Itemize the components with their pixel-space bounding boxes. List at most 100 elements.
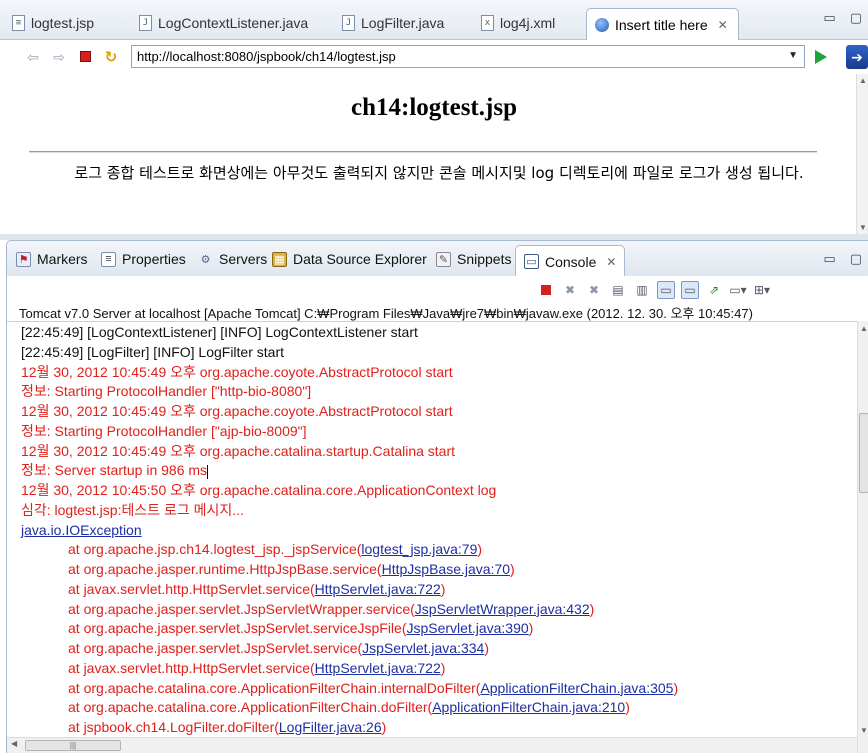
divider [7,321,857,322]
editor-tab-label: Insert title here [615,16,708,33]
stack-frame-method: at org.apache.jasper.servlet.JspServletW… [68,600,415,617]
close-icon[interactable]: ✕ [718,18,728,32]
console-line: [22:45:49] [LogFilter] [INFO] LogFilter … [21,343,284,360]
stack-frame-close: ) [477,541,483,558]
console-output[interactable]: [22:45:49] [LogContextListener] [INFO] L… [21,323,851,738]
scroll-up-icon[interactable]: ▲ [857,76,868,85]
stop-icon[interactable] [80,51,91,62]
stack-frame-method: at org.apache.catalina.core.ApplicationF… [68,699,433,716]
scroll-left-icon[interactable]: ◀ [11,739,17,748]
source-link[interactable]: JspServlet.java:334 [362,640,484,656]
maximize-icon[interactable]: ▢ [850,10,862,26]
tab-label: Markers [37,251,88,267]
stack-frame: at org.apache.jasper.servlet.JspServlet.… [21,619,851,639]
tab-markers[interactable]: ⚑ Markers [16,251,88,267]
stack-frame: at org.apache.jsp.ch14.logtest_jsp._jspS… [21,540,851,560]
console-line: 정보: Server startup in 986 ms [21,461,851,481]
browser-scrollbar[interactable]: ▲ ▼ [856,74,868,234]
terminate-icon[interactable] [537,281,555,299]
console-line: 정보: Starting ProtocolHandler ["http-bio-… [21,383,312,400]
back-arrow-icon[interactable]: ⇦ [24,48,42,66]
editor-tab-label: logtest.jsp [31,15,95,31]
remove-all-terminated-icon[interactable]: ✖ [585,281,603,299]
open-console-icon[interactable]: ⊞▾ [753,281,771,299]
editor-tab-log4j-xml[interactable]: x log4j.xml [481,9,555,37]
display-console-icon[interactable]: ▭▾ [729,281,747,299]
scroll-lock-icon[interactable]: ▥ [633,281,651,299]
pin-console-icon[interactable]: ⇗ [705,281,723,299]
console-toolbar: ✖ ✖ ▤ ▥ ▭ ▭ ⇗ ▭▾ ⊞▾ [537,281,771,299]
scroll-down-icon[interactable]: ▼ [858,726,868,735]
stack-frame: at org.apache.jasper.runtime.HttpJspBase… [21,560,851,580]
exception-link[interactable]: java.io.IOException [21,522,142,538]
source-link[interactable]: JspServlet.java:390 [406,620,528,636]
editor-tab-label: LogFilter.java [361,15,445,31]
stack-frame-close: ) [440,659,446,676]
show-on-stdout-icon[interactable]: ▭ [657,281,675,299]
stack-frame-method: at org.apache.jasper.servlet.JspServlet.… [68,640,363,656]
editor-tab-logcontextlistener[interactable]: J LogContextListener.java [139,9,308,37]
source-link[interactable]: HttpJspBase.java:70 [382,561,510,577]
editor-tab-label: log4j.xml [500,15,556,31]
clear-console-icon[interactable]: ▤ [609,281,627,299]
page-message: 로그 종합 테스트로 화면상에는 아무것도 출력되지 않지만 콘솔 메시지및 l… [74,164,804,182]
source-link[interactable]: ApplicationFilterChain.java:210 [432,699,625,715]
tab-console[interactable]: ▭ Console ✕ [515,245,626,277]
source-link[interactable]: LogFilter.java:26 [279,719,382,735]
tab-properties[interactable]: ≡ Properties [101,251,186,267]
chevron-down-icon[interactable]: ▼ [788,50,798,61]
editor-tab-insert-title[interactable]: Insert title here ✕ [586,8,739,40]
data-source-icon: ▦ [272,251,287,267]
editor-tab-logfilter[interactable]: J LogFilter.java [342,9,444,37]
snippets-icon: ✎ [436,251,451,267]
show-on-stderr-icon[interactable]: ▭ [681,281,699,299]
external-browser-icon[interactable]: ➔ [846,45,868,69]
console-icon: ▭ [524,254,539,269]
source-link[interactable]: logtest_jsp.java:79 [361,541,477,557]
text-cursor [207,464,209,479]
console-view: ✖ ✖ ▤ ▥ ▭ ▭ ⇗ ▭▾ ⊞▾ Tomcat v7.0 Server a… [6,276,868,753]
source-link[interactable]: ApplicationFilterChain.java:305 [480,680,673,696]
stack-frame-method: at org.apache.jsp.ch14.logtest_jsp._jspS… [68,541,362,558]
scrollbar-thumb[interactable]: ||| [25,740,121,751]
editor-tab-logtest-jsp[interactable]: ≡ logtest.jsp [12,9,94,37]
stack-frame-method: at org.apache.jasper.runtime.HttpJspBase… [68,561,382,577]
console-line: java.io.IOException [21,521,851,541]
tab-servers[interactable]: ⚙ Servers [198,251,268,267]
page-title: ch14:logtest.jsp [351,94,517,121]
scrollbar-thumb[interactable] [859,413,868,493]
minimize-icon[interactable]: ▭ [823,10,835,26]
stack-frame-method: at jspbook.ch14.LogFilter.doFilter( [68,719,279,735]
jsp-file-icon: ≡ [12,15,25,31]
source-link[interactable]: HttpServlet.java:722 [315,581,441,597]
tab-data-source-explorer[interactable]: ▦ Data Source Explorer [272,251,427,267]
console-line: 정보: Starting ProtocolHandler ["ajp-bio-8… [21,422,307,439]
stack-frame-close: ) [625,699,630,716]
console-vertical-scrollbar[interactable]: ▲ ▼ [857,321,868,753]
remove-launch-icon[interactable]: ✖ [561,281,579,299]
url-text: http://localhost:8080/jspbook/ch14/logte… [137,49,396,64]
forward-arrow-icon[interactable]: ⇨ [50,48,68,66]
browser-toolbar: ⇦ ⇨ ↻ http://localhost:8080/jspbook/ch14… [0,40,868,74]
tab-snippets[interactable]: ✎ Snippets [436,251,511,267]
stack-frame: at org.apache.catalina.core.ApplicationF… [21,679,851,699]
source-link[interactable]: HttpServlet.java:722 [315,660,441,676]
refresh-icon[interactable]: ↻ [102,48,120,66]
scroll-down-icon[interactable]: ▼ [857,223,868,232]
browser-viewport: ch14:logtest.jsp 로그 종합 테스트로 화면상에는 아무것도 출… [0,74,868,234]
source-link[interactable]: JspServletWrapper.java:432 [415,601,590,617]
stack-frame-close: ) [440,580,446,597]
console-horizontal-scrollbar[interactable]: ◀ ||| [7,737,857,753]
close-icon[interactable]: ✕ [606,255,616,269]
maximize-icon[interactable]: ▢ [850,251,862,267]
url-input[interactable]: http://localhost:8080/jspbook/ch14/logte… [131,45,805,68]
xml-file-icon: x [481,15,494,31]
console-line: [22:45:49] [LogContextListener] [INFO] L… [21,324,418,340]
go-icon[interactable] [815,50,827,64]
stack-frame-method: at org.apache.catalina.core.ApplicationF… [68,679,481,696]
editor-tab-bar: ≡ logtest.jsp J LogContextListener.java … [0,0,868,40]
stack-frame: at jspbook.ch14.LogFilter.doFilter(LogFi… [21,718,851,738]
minimize-icon[interactable]: ▭ [823,251,835,267]
tab-label: Properties [122,251,186,267]
scroll-up-icon[interactable]: ▲ [858,324,868,333]
